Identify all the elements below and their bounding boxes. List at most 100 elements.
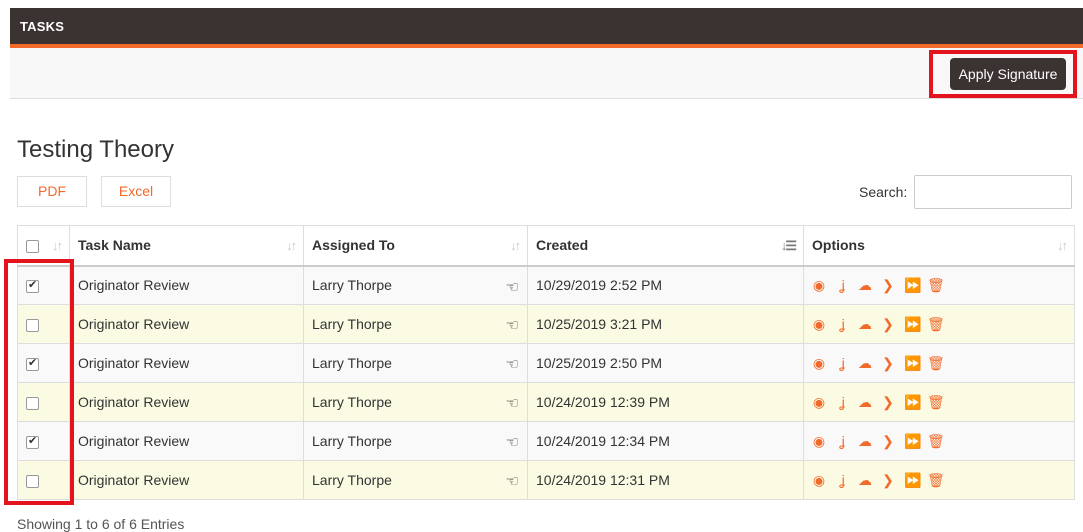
eye-icon[interactable]: ◉	[812, 278, 826, 292]
task-name-cell: Originator Review	[69, 265, 304, 305]
assigned-to-cell: Larry Thorpe ☜	[303, 382, 528, 422]
sign-icon[interactable]: ʝ	[835, 434, 849, 448]
trash-icon[interactable]: 🗑	[927, 278, 945, 292]
options-cell: ◉ ʝ ☁ ❯ ⏩ 🗑	[803, 304, 1075, 344]
checkbox-highlight-box	[4, 259, 74, 505]
eye-icon[interactable]: ◉	[812, 434, 826, 448]
header-title: TASKS	[20, 19, 65, 34]
table-row: Originator Review Larry Thorpe ☜ 10/24/2…	[17, 421, 1075, 461]
task-name-cell: Originator Review	[69, 304, 304, 344]
trash-icon[interactable]: 🗑	[927, 395, 945, 409]
tasks-table: ↓↑ Task Name ↓↑ Assigned To ↓↑ Created ↓…	[17, 225, 1075, 500]
column-label: Assigned To	[312, 237, 395, 254]
cloud-upload-icon[interactable]: ☁	[858, 434, 872, 448]
hand-pointer-icon[interactable]: ☜	[506, 433, 519, 451]
created-cell: 10/24/2019 12:34 PM	[527, 421, 804, 461]
column-created[interactable]: Created ↓☰	[527, 225, 804, 267]
hand-pointer-icon[interactable]: ☜	[506, 472, 519, 490]
eye-icon[interactable]: ◉	[812, 473, 826, 487]
task-name-cell: Originator Review	[69, 460, 304, 500]
sign-icon[interactable]: ʝ	[835, 356, 849, 370]
fast-forward-icon[interactable]: ⏩	[904, 356, 921, 370]
options-cell: ◉ ʝ ☁ ❯ ⏩ 🗑	[803, 265, 1075, 305]
page-title: Testing Theory	[17, 136, 174, 163]
next-icon[interactable]: ❯	[881, 434, 895, 448]
hand-pointer-icon[interactable]: ☜	[506, 394, 519, 412]
sort-icon[interactable]: ↓↑	[1057, 238, 1068, 253]
eye-icon[interactable]: ◉	[812, 395, 826, 409]
next-icon[interactable]: ❯	[881, 395, 895, 409]
options-cell: ◉ ʝ ☁ ❯ ⏩ 🗑	[803, 460, 1075, 500]
created-cell: 10/25/2019 3:21 PM	[527, 304, 804, 344]
table-row: Originator Review Larry Thorpe ☜ 10/24/2…	[17, 460, 1075, 500]
cloud-upload-icon[interactable]: ☁	[858, 356, 872, 370]
assigned-to-cell: Larry Thorpe ☜	[303, 304, 528, 344]
sign-icon[interactable]: ʝ	[835, 473, 849, 487]
options-group: ◉ ʝ ☁ ❯ ⏩ 🗑	[812, 434, 1066, 448]
assigned-to-cell: Larry Thorpe ☜	[303, 265, 528, 305]
sort-icon[interactable]: ↓↑	[52, 238, 63, 253]
assignee-name: Larry Thorpe	[312, 394, 392, 410]
assigned-to-cell: Larry Thorpe ☜	[303, 421, 528, 461]
hand-pointer-icon[interactable]: ☜	[506, 316, 519, 334]
assigned-to-cell: Larry Thorpe ☜	[303, 460, 528, 500]
column-label: Task Name	[78, 237, 151, 254]
options-cell: ◉ ʝ ☁ ❯ ⏩ 🗑	[803, 421, 1075, 461]
fast-forward-icon[interactable]: ⏩	[904, 473, 921, 487]
sign-icon[interactable]: ʝ	[835, 278, 849, 292]
table-row: Originator Review Larry Thorpe ☜ 10/24/2…	[17, 382, 1075, 422]
search-input[interactable]	[914, 175, 1072, 209]
sign-icon[interactable]: ʝ	[835, 395, 849, 409]
fast-forward-icon[interactable]: ⏩	[904, 434, 921, 448]
eye-icon[interactable]: ◉	[812, 317, 826, 331]
column-label: Options	[812, 237, 865, 254]
options-group: ◉ ʝ ☁ ❯ ⏩ 🗑	[812, 356, 1066, 370]
column-assigned-to[interactable]: Assigned To ↓↑	[303, 225, 528, 267]
next-icon[interactable]: ❯	[881, 356, 895, 370]
apply-signature-button[interactable]: Apply Signature	[950, 58, 1066, 90]
trash-icon[interactable]: 🗑	[927, 317, 945, 331]
sort-desc-icon[interactable]: ↓☰	[781, 238, 797, 254]
column-options[interactable]: Options ↓↑	[803, 225, 1075, 267]
tasks-header: TASKS	[10, 8, 1083, 48]
cloud-upload-icon[interactable]: ☁	[858, 395, 872, 409]
fast-forward-icon[interactable]: ⏩	[904, 317, 921, 331]
fast-forward-icon[interactable]: ⏩	[904, 395, 921, 409]
options-group: ◉ ʝ ☁ ❯ ⏩ 🗑	[812, 473, 1066, 487]
table-row: Originator Review Larry Thorpe ☜ 10/25/2…	[17, 304, 1075, 344]
trash-icon[interactable]: 🗑	[927, 356, 945, 370]
sort-icon[interactable]: ↓↑	[286, 238, 297, 253]
trash-icon[interactable]: 🗑	[927, 473, 945, 487]
fast-forward-icon[interactable]: ⏩	[904, 278, 921, 292]
sort-icon[interactable]: ↓↑	[510, 238, 521, 253]
excel-button[interactable]: Excel	[101, 176, 171, 207]
hand-pointer-icon[interactable]: ☜	[506, 355, 519, 373]
cloud-upload-icon[interactable]: ☁	[858, 278, 872, 292]
assignee-name: Larry Thorpe	[312, 472, 392, 488]
options-cell: ◉ ʝ ☁ ❯ ⏩ 🗑	[803, 343, 1075, 383]
eye-icon[interactable]: ◉	[812, 356, 826, 370]
pdf-button[interactable]: PDF	[17, 176, 87, 207]
options-group: ◉ ʝ ☁ ❯ ⏩ 🗑	[812, 395, 1066, 409]
next-icon[interactable]: ❯	[881, 317, 895, 331]
hand-pointer-icon[interactable]: ☜	[506, 278, 519, 296]
column-task-name[interactable]: Task Name ↓↑	[69, 225, 304, 267]
select-all-checkbox[interactable]	[26, 240, 39, 254]
sign-icon[interactable]: ʝ	[835, 317, 849, 331]
next-icon[interactable]: ❯	[881, 278, 895, 292]
trash-icon[interactable]: 🗑	[927, 434, 945, 448]
cloud-upload-icon[interactable]: ☁	[858, 473, 872, 487]
cloud-upload-icon[interactable]: ☁	[858, 317, 872, 331]
assignee-name: Larry Thorpe	[312, 433, 392, 449]
options-group: ◉ ʝ ☁ ❯ ⏩ 🗑	[812, 278, 1066, 292]
task-name-cell: Originator Review	[69, 343, 304, 383]
table-header-row: ↓↑ Task Name ↓↑ Assigned To ↓↑ Created ↓…	[17, 225, 1075, 267]
task-name-cell: Originator Review	[69, 421, 304, 461]
assignee-name: Larry Thorpe	[312, 316, 392, 332]
table-row: Originator Review Larry Thorpe ☜ 10/25/2…	[17, 343, 1075, 383]
created-cell: 10/25/2019 2:50 PM	[527, 343, 804, 383]
next-icon[interactable]: ❯	[881, 473, 895, 487]
column-label: Created	[536, 237, 589, 254]
assignee-name: Larry Thorpe	[312, 277, 392, 294]
toolbar	[10, 48, 1083, 99]
